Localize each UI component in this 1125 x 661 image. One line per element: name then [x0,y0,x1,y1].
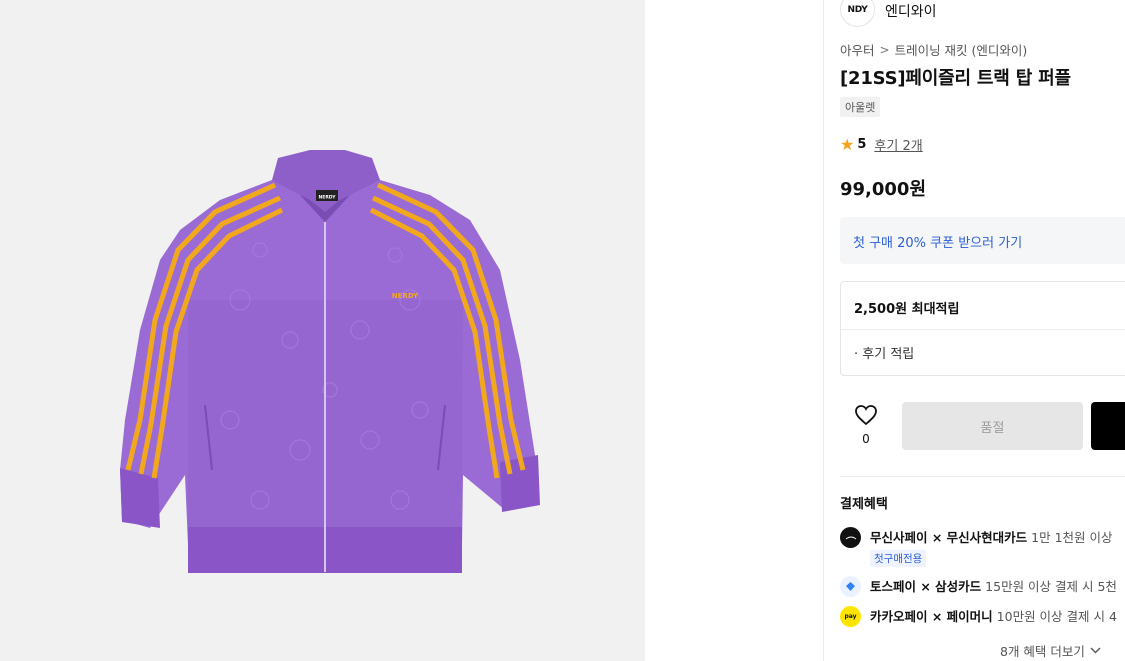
benefit-desc: 15만원 이상 결제 시 5천 [981,579,1117,594]
section-divider [840,476,1125,477]
product-image[interactable]: NERDY NERDY [0,0,645,661]
first-purchase-tag: 첫구매전용 [870,550,927,567]
benefit-desc: 10만원 이상 결제 시 4 [992,609,1117,624]
soldout-button[interactable]: 품절 [902,402,1083,450]
more-benefits-label: 8개 혜택 더보기 [1000,644,1085,659]
coupon-label: 첫 구매 20% 쿠폰 받으러 가기 [853,236,1023,251]
toss-pay-icon [840,576,861,597]
first-purchase-coupon-banner[interactable]: 첫 구매 20% 쿠폰 받으러 가기 [840,217,1125,264]
benefit-desc: 1만 1천원 이상 [1027,530,1113,545]
product-info-panel: NDY 엔디와이 아우터 > 트레이닝 재킷 (엔디와이) [21SS]페이즐리… [840,0,1125,661]
brand-name[interactable]: 엔디와이 [885,1,937,21]
benefit-row-kakao-pay[interactable]: pay 카카오페이 × 페이머니 10만원 이상 결제 시 4 [840,606,1117,627]
like-count: 0 [862,432,870,446]
breadcrumb: 아우터 > 트레이닝 재킷 (엔디와이) [840,40,1027,59]
points-box: 2,500원 최대적립 · 후기 적립 [840,281,1125,376]
product-price: 99,000원 [840,179,927,200]
breadcrumb-item-outer[interactable]: 아우터 [840,40,875,59]
max-points-label: 2,500원 최대적립 [854,302,960,317]
more-benefits-button[interactable]: 8개 혜택 더보기 [1000,641,1101,660]
chevron-right-icon: > [879,42,890,57]
kakao-pay-icon: pay [840,606,861,627]
buy-button[interactable] [1091,402,1125,450]
payment-benefits-title: 결제혜택 [840,497,888,512]
jacket-chest-logo: NERDY [392,292,419,300]
points-divider [841,329,1125,330]
star-icon: ★ [840,134,855,154]
heart-icon [855,405,877,426]
brand-logo[interactable]: NDY [840,0,875,27]
benefit-row-musinsa-pay[interactable]: 무신사페이 × 무신사현대카드 1만 1천원 이상 첫구매전용 [840,527,1113,567]
benefit-row-toss-pay[interactable]: 토스페이 × 삼성카드 15만원 이상 결제 시 5천 [840,576,1117,597]
benefit-name: 카카오페이 × 페이머니 [870,609,993,624]
rating-score: 5 [857,137,867,152]
track-jacket-image: NERDY NERDY [120,150,540,573]
like-button[interactable]: 0 [846,404,886,446]
rating: ★ 5 후기 2개 [840,135,923,154]
breadcrumb-item-training-jacket[interactable]: 트레이닝 재킷 (엔디와이) [895,40,1028,59]
musinsa-pay-icon [840,527,861,548]
panel-divider [823,0,824,661]
outlet-badge: 아울렛 [840,97,881,117]
product-title: [21SS]페이즐리 트랙 탑 퍼플 [840,68,1071,89]
review-points-label: · 후기 적립 [854,347,915,362]
jacket-neck-label: NERDY [319,195,337,201]
chevron-down-icon [1090,647,1101,654]
benefit-name: 무신사페이 × 무신사현대카드 [870,530,1028,545]
review-count-link[interactable]: 후기 2개 [874,135,922,154]
benefit-name: 토스페이 × 삼성카드 [870,579,982,594]
